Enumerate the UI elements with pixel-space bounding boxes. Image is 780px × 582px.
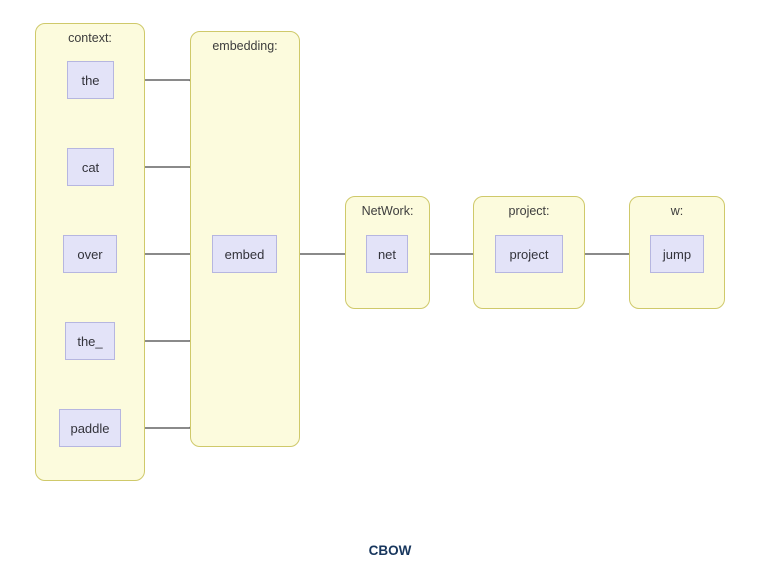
group-embedding-label: embedding:	[212, 39, 278, 53]
diagram-caption: CBOW	[368, 543, 412, 558]
group-w-label: w:	[670, 204, 684, 218]
node-cat[interactable]: cat	[67, 148, 114, 186]
group-context-label: context:	[68, 31, 112, 45]
node-over[interactable]: over	[63, 235, 117, 273]
cbow-diagram: context: embedding: NetWork: project: w:…	[0, 0, 780, 582]
group-project-label: project:	[508, 204, 550, 218]
node-net[interactable]: net	[366, 235, 408, 273]
node-the-underscore[interactable]: the_	[65, 322, 115, 360]
group-network-label: NetWork:	[361, 204, 414, 218]
node-paddle[interactable]: paddle	[59, 409, 121, 447]
node-embed[interactable]: embed	[212, 235, 277, 273]
node-project[interactable]: project	[495, 235, 563, 273]
node-the[interactable]: the	[67, 61, 114, 99]
node-jump[interactable]: jump	[650, 235, 704, 273]
